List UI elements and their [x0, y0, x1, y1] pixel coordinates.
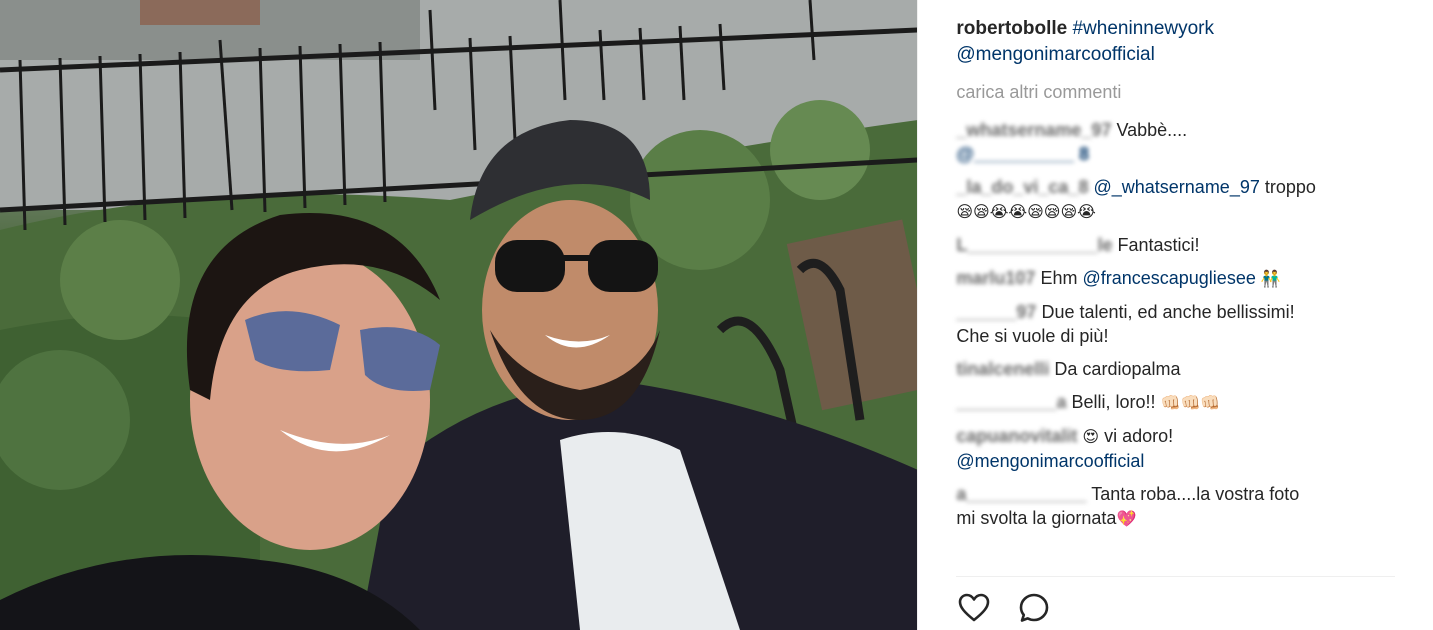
comment-bubble-icon [1020, 593, 1049, 622]
instagram-post: robertobolle #wheninnewyork @mengonimarc… [0, 0, 1433, 630]
comment-text: Fantastici! [1117, 235, 1200, 255]
comment-item: __________a Belli, loro!! 👊🏻👊🏻👊🏻 [956, 390, 1416, 415]
comment-item: _whatsername_97 Vabbè.... @__________ 8 [956, 118, 1416, 166]
comment-list: _whatsername_97 Vabbè.... @__________ 8 … [956, 118, 1416, 540]
comment-text: Due talenti, ed anche bellissimi! [1041, 302, 1295, 322]
post-photo [0, 0, 918, 630]
comment-mention[interactable]: @mengonimarcoofficial [956, 451, 1144, 471]
caption-mention[interactable]: @mengonimarcoofficial [956, 44, 1154, 65]
comment-text-continued: mi svolta la giornata [956, 508, 1117, 528]
comment-username[interactable]: a____________ [956, 484, 1086, 504]
comment-emoji: 💖 [1116, 509, 1137, 528]
comment-username[interactable]: tinalcenelli [956, 359, 1049, 379]
comment-text: troppo [1264, 177, 1316, 197]
comment-text: Vabbè.... [1116, 120, 1188, 140]
comment-username[interactable]: capuanovitalit [956, 426, 1077, 446]
comment-mention[interactable]: @_whatsername_97 [1093, 177, 1259, 197]
comment-item: a____________ Tanta roba....la vostra fo… [956, 482, 1416, 531]
comment-emoji: 😍 [1082, 427, 1100, 446]
load-more-comments-link[interactable]: carica altri commenti [956, 82, 1121, 103]
comment-text-continued: Che si vuole di più! [956, 326, 1109, 346]
comments-panel: robertobolle #wheninnewyork @mengonimarc… [917, 0, 1433, 630]
comment-emoji: 👊🏻👊🏻👊🏻 [1160, 393, 1221, 412]
comment-username[interactable]: marlu107 [956, 268, 1035, 288]
comment-text: vi adoro! [1104, 426, 1174, 446]
comment-item: _la_do_vi_ca_8 @_whatsername_97 troppo 😪… [956, 175, 1416, 224]
selfie-photo-illustration [0, 0, 918, 630]
actions-divider [956, 576, 1395, 577]
comment-item: capuanovitalit 😍 vi adoro! @mengonimarco… [956, 424, 1416, 473]
comment-username[interactable]: _la_do_vi_ca_8 [956, 177, 1088, 197]
post-caption: robertobolle #wheninnewyork @mengonimarc… [956, 16, 1416, 68]
comment-mention[interactable]: @francescapugliesee [1082, 268, 1255, 288]
comment-item: tinalcenelli Da cardiopalma [956, 357, 1416, 381]
comment-emoji: 👬 [1260, 269, 1281, 288]
comment-username[interactable]: __________a [956, 392, 1066, 412]
caption-hashtag[interactable]: #wheninnewyork [1072, 18, 1214, 39]
comment-button[interactable] [1016, 590, 1052, 626]
comment-mention[interactable]: @__________ 8 [956, 144, 1089, 164]
comment-item: L_____________le Fantastici! [956, 233, 1416, 257]
comment-username[interactable]: L_____________le [956, 235, 1112, 255]
post-actions [956, 590, 1052, 626]
caption-username[interactable]: robertobolle [956, 18, 1067, 39]
comment-item: marlu107 Ehm @francescapugliesee 👬 [956, 266, 1416, 291]
like-button[interactable] [956, 590, 992, 626]
heart-icon [959, 593, 990, 622]
comment-emoji: 😪😪😭😭😪😪😪😭 [956, 202, 1096, 221]
comment-text: Ehm [1040, 268, 1078, 288]
comment-item: ______97 Due talenti, ed anche bellissim… [956, 300, 1416, 348]
comment-username[interactable]: _whatsername_97 [956, 120, 1111, 140]
comment-text: Belli, loro!! [1071, 392, 1156, 412]
comment-username[interactable]: ______97 [956, 302, 1036, 322]
comment-text: Tanta roba....la vostra foto [1091, 484, 1300, 504]
comment-text: Da cardiopalma [1054, 359, 1181, 379]
